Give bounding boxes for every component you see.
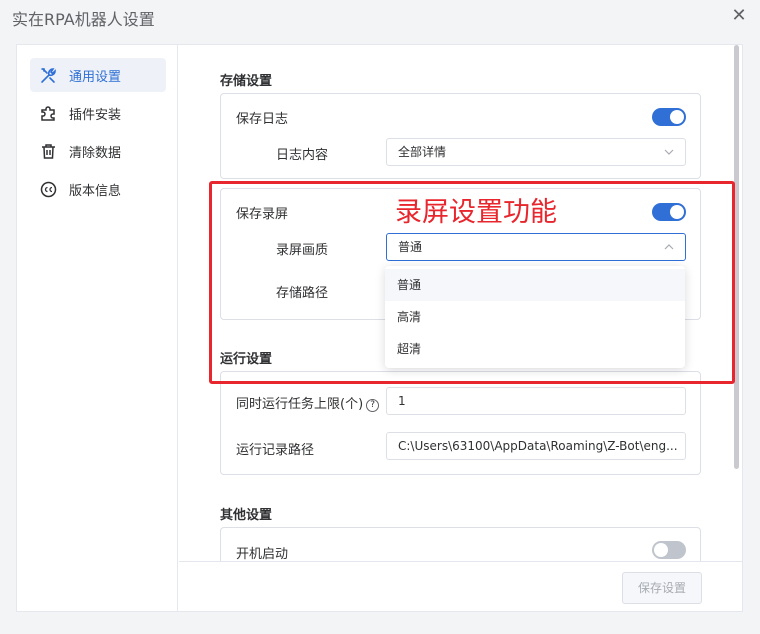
sidebar-item-label: 清除数据	[69, 145, 122, 161]
save-settings-button[interactable]: 保存设置	[622, 572, 702, 604]
tools-icon	[39, 66, 57, 84]
recording-quality-dropdown: 普通 高清 超清	[385, 266, 685, 368]
storage-path-label: 存储路径	[276, 286, 329, 301]
save-recording-label: 保存录屏	[236, 207, 289, 222]
sidebar-item-label: 插件安装	[69, 107, 122, 123]
autostart-toggle[interactable]	[652, 541, 686, 559]
sidebar-item-version[interactable]: 版本信息	[30, 172, 166, 206]
recording-quality-label: 录屏画质	[276, 243, 329, 258]
log-content-label: 日志内容	[276, 148, 329, 163]
title-bar: 实在RPA机器人设置 ✕	[0, 0, 760, 34]
max-tasks-input[interactable]: 1	[386, 387, 686, 415]
recording-quality-value: 普通	[398, 240, 423, 254]
run-section-title: 运行设置	[220, 352, 273, 367]
max-tasks-label-text: 同时运行任务上限(个)	[236, 397, 364, 412]
run-settings-card: 同时运行任务上限(个)? 1 运行记录路径 C:\Users\63100\App…	[220, 371, 701, 475]
save-recording-toggle[interactable]	[652, 203, 686, 221]
sidebar-item-label: 通用设置	[69, 69, 122, 85]
log-content-value: 全部详情	[398, 145, 447, 159]
window-title: 实在RPA机器人设置	[12, 10, 155, 29]
save-log-label: 保存日志	[236, 112, 289, 127]
chevron-up-icon	[664, 244, 674, 250]
sidebar-item-clear-data[interactable]: 清除数据	[30, 134, 166, 168]
sidebar-item-plugins[interactable]: 插件安装	[30, 96, 166, 130]
other-settings-card: 开机启动	[220, 527, 701, 561]
log-content-select[interactable]: 全部详情	[386, 138, 686, 166]
sidebar-item-general[interactable]: 通用设置	[30, 58, 166, 92]
record-path-label: 运行记录路径	[236, 443, 315, 458]
dropdown-option-normal[interactable]: 普通	[385, 269, 685, 301]
chevron-down-icon	[664, 149, 674, 155]
puzzle-icon	[39, 104, 57, 122]
autostart-label: 开机启动	[236, 547, 289, 561]
sidebar-item-label: 版本信息	[69, 183, 122, 199]
annotation-text: 录屏设置功能	[395, 197, 557, 228]
footer-divider	[179, 561, 742, 562]
cc-icon	[39, 180, 57, 198]
save-log-toggle[interactable]	[652, 108, 686, 126]
log-settings-card: 保存日志 日志内容 全部详情	[220, 93, 701, 179]
recording-quality-select[interactable]: 普通	[386, 233, 686, 261]
help-icon[interactable]: ?	[366, 399, 380, 412]
max-tasks-label: 同时运行任务上限(个)?	[236, 393, 380, 412]
storage-section-title: 存储设置	[220, 74, 273, 89]
close-icon[interactable]: ✕	[730, 7, 748, 25]
record-path-input[interactable]: C:\Users\63100\AppData\Roaming\Z-Bot\eng…	[386, 432, 686, 460]
content-scrollbar[interactable]	[734, 45, 739, 469]
trash-icon	[39, 142, 57, 160]
dropdown-option-uhd[interactable]: 超清	[385, 333, 685, 365]
sidebar: 通用设置 插件安装 清除数据 版本信息	[17, 45, 178, 611]
dropdown-option-hd[interactable]: 高清	[385, 301, 685, 333]
other-section-title: 其他设置	[220, 508, 273, 523]
